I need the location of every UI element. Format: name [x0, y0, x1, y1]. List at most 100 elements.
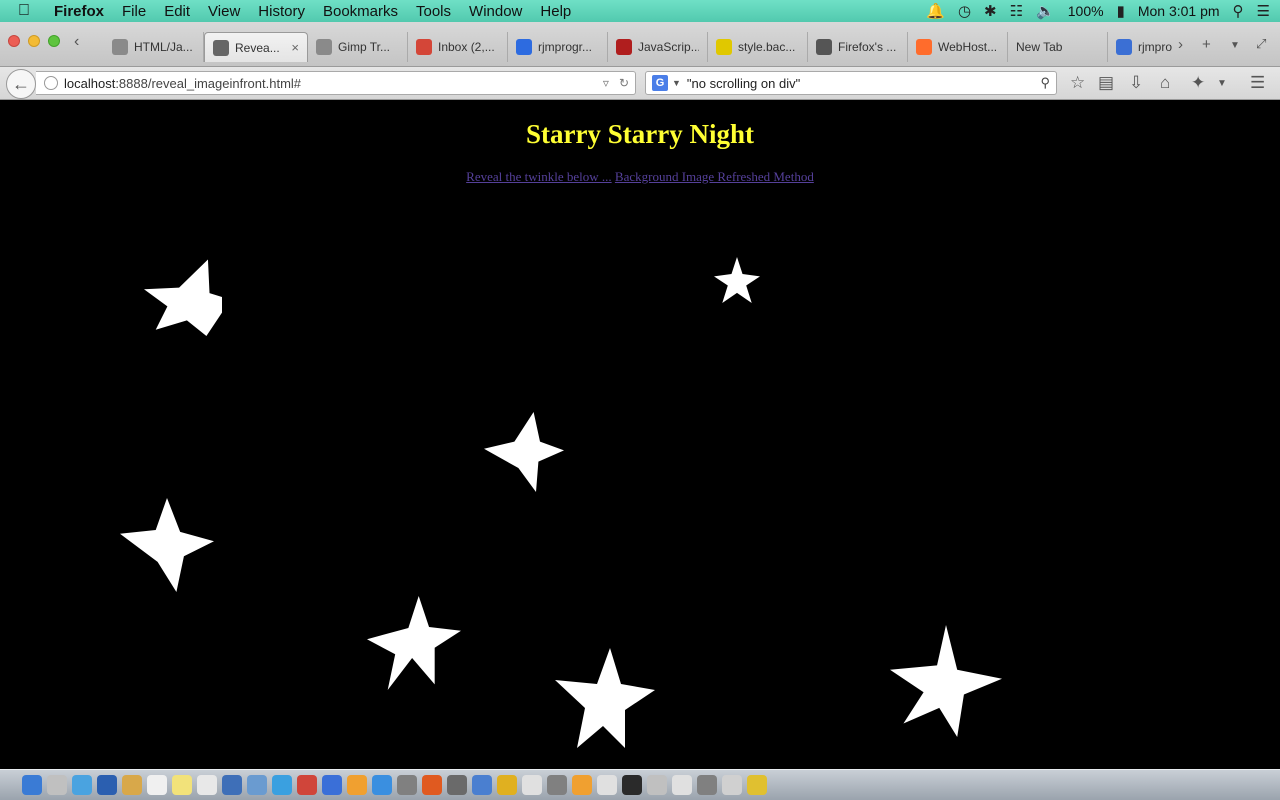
notification-center-icon[interactable]: ☰ — [1257, 2, 1270, 20]
menu-history[interactable]: History — [249, 3, 314, 20]
search-engine-dropdown-icon[interactable]: ▼ — [672, 78, 681, 88]
url-bar[interactable]: localhost:8888/reveal_imageinfront.html#… — [36, 71, 636, 95]
browser-tab[interactable]: Gimp Tr... — [308, 32, 408, 62]
star-image — [714, 257, 760, 303]
reading-list-icon[interactable]: ▤ — [1098, 73, 1114, 93]
dock — [0, 769, 1280, 800]
window-zoom-button[interactable] — [48, 35, 60, 47]
window-close-button[interactable] — [8, 35, 20, 47]
dock-app-icon[interactable] — [72, 775, 92, 795]
menu-file[interactable]: File — [113, 3, 155, 20]
bookmark-star-icon[interactable]: ☆ — [1070, 73, 1085, 93]
site-identity-icon[interactable] — [44, 76, 58, 90]
browser-tab[interactable]: Revea... × — [204, 32, 308, 62]
dock-app-icon[interactable] — [422, 775, 442, 795]
tabs-scroll-right-icon[interactable]: › — [1178, 36, 1183, 53]
menu-help[interactable]: Help — [531, 3, 580, 20]
menu-window[interactable]: Window — [460, 3, 531, 20]
time-machine-icon[interactable]: ◷ — [958, 2, 971, 20]
dock-app-icon[interactable] — [147, 775, 167, 795]
globe-icon — [213, 39, 229, 56]
dock-app-icon[interactable] — [222, 775, 242, 795]
tab-label: New Tab — [1016, 40, 1063, 54]
search-engine-icon[interactable]: G — [652, 75, 668, 91]
dock-app-icon[interactable] — [597, 775, 617, 795]
home-icon[interactable]: ⌂ — [1160, 73, 1170, 93]
dock-app-icon[interactable] — [447, 775, 467, 795]
fullscreen-icon[interactable]: ⤢ — [1256, 36, 1266, 52]
browser-tab[interactable]: New Tab — [1008, 32, 1108, 62]
browser-tab[interactable]: rjmpro — [1108, 32, 1184, 62]
back-button[interactable]: ← — [6, 69, 36, 99]
tab-label: Firefox's ... — [838, 40, 897, 54]
dock-app-icon[interactable] — [197, 775, 217, 795]
volume-icon[interactable]: 🔈 — [1036, 2, 1055, 20]
tab-close-icon[interactable]: × — [291, 40, 299, 55]
battery-percent[interactable]: 100% — [1068, 3, 1104, 19]
new-tab-plus-icon[interactable]: + — [1202, 36, 1211, 53]
tabs-scroll-left-icon[interactable]: ‹ — [74, 33, 79, 51]
hamburger-menu-icon[interactable]: ☰ — [1250, 73, 1265, 93]
dock-app-icon[interactable] — [297, 775, 317, 795]
dock-app-icon[interactable] — [522, 775, 542, 795]
extension-icon[interactable]: ✦ — [1191, 73, 1205, 93]
tab-list-dropdown-icon[interactable]: ▼ — [1230, 40, 1240, 51]
star-image — [890, 625, 1002, 737]
menu-tools[interactable]: Tools — [407, 3, 460, 20]
dock-app-icon[interactable] — [397, 775, 417, 795]
dock-app-icon[interactable] — [647, 775, 667, 795]
spotlight-search-icon[interactable]: ⚲ — [1233, 2, 1244, 20]
browser-tab[interactable]: JavaScrip... — [608, 32, 708, 62]
reveal-twinkle-link[interactable]: Reveal the twinkle below ... — [466, 169, 612, 184]
menu-bar:  Firefox File Edit View History Bookmar… — [0, 0, 1280, 22]
browser-tab[interactable]: style.bac... — [708, 32, 808, 62]
downloads-icon[interactable]: ⇩ — [1129, 73, 1143, 93]
browser-tab[interactable]: rjmprogr... — [508, 32, 608, 62]
browser-tab[interactable]: Firefox's ... — [808, 32, 908, 62]
url-history-dropdown-icon[interactable]: ▿ — [603, 76, 609, 90]
background-image-refreshed-link[interactable]: Background Image Refreshed Method — [615, 169, 814, 184]
dock-app-icon[interactable] — [622, 775, 642, 795]
menu-view[interactable]: View — [199, 3, 249, 20]
web-page: Starry Starry Night Reveal the twinkle b… — [0, 101, 1280, 769]
bluetooth-icon[interactable]: ✱ — [984, 2, 997, 20]
dock-app-icon[interactable] — [272, 775, 292, 795]
menu-app-firefox[interactable]: Firefox — [48, 3, 113, 20]
reload-icon[interactable]: ↻ — [619, 76, 629, 90]
battery-icon[interactable]: ▮ — [1117, 2, 1125, 20]
zine-icon — [816, 39, 832, 55]
search-input[interactable]: "no scrolling on div" — [687, 76, 800, 91]
browser-tab[interactable]: HTML/Ja... — [104, 32, 204, 62]
dock-app-icon[interactable] — [697, 775, 717, 795]
apple-icon[interactable]:  — [0, 2, 48, 20]
dock-app-icon[interactable] — [322, 775, 342, 795]
browser-tab[interactable]: WebHost... — [908, 32, 1008, 62]
dock-app-icon[interactable] — [247, 775, 267, 795]
dock-app-icon[interactable] — [372, 775, 392, 795]
window-minimize-button[interactable] — [28, 35, 40, 47]
dock-app-icon[interactable] — [122, 775, 142, 795]
dock-app-icon[interactable] — [547, 775, 567, 795]
image-icon — [112, 39, 128, 55]
tab-label: JavaScrip... — [638, 40, 699, 54]
dock-app-icon[interactable] — [672, 775, 692, 795]
dock-app-icon[interactable] — [347, 775, 367, 795]
notification-bell-icon[interactable]: 🔔 — [926, 2, 945, 20]
dock-app-icon[interactable] — [497, 775, 517, 795]
browser-tab[interactable]: Inbox (2,... — [408, 32, 508, 62]
dock-app-icon[interactable] — [47, 775, 67, 795]
search-icon[interactable]: ⚲ — [1040, 75, 1050, 91]
dock-app-icon[interactable] — [97, 775, 117, 795]
wifi-icon[interactable]: ☷ — [1010, 2, 1023, 20]
dock-app-icon[interactable] — [22, 775, 42, 795]
dock-app-icon[interactable] — [472, 775, 492, 795]
dock-app-icon[interactable] — [722, 775, 742, 795]
dock-app-icon[interactable] — [172, 775, 192, 795]
clock[interactable]: Mon 3:01 pm — [1138, 3, 1220, 19]
menu-edit[interactable]: Edit — [155, 3, 199, 20]
menu-bookmarks[interactable]: Bookmarks — [314, 3, 407, 20]
search-bar[interactable]: G ▼ "no scrolling on div" ⚲ — [645, 71, 1057, 95]
dock-app-icon[interactable] — [572, 775, 592, 795]
extension-dropdown-icon[interactable]: ▼ — [1217, 78, 1227, 89]
dock-app-icon[interactable] — [747, 775, 767, 795]
